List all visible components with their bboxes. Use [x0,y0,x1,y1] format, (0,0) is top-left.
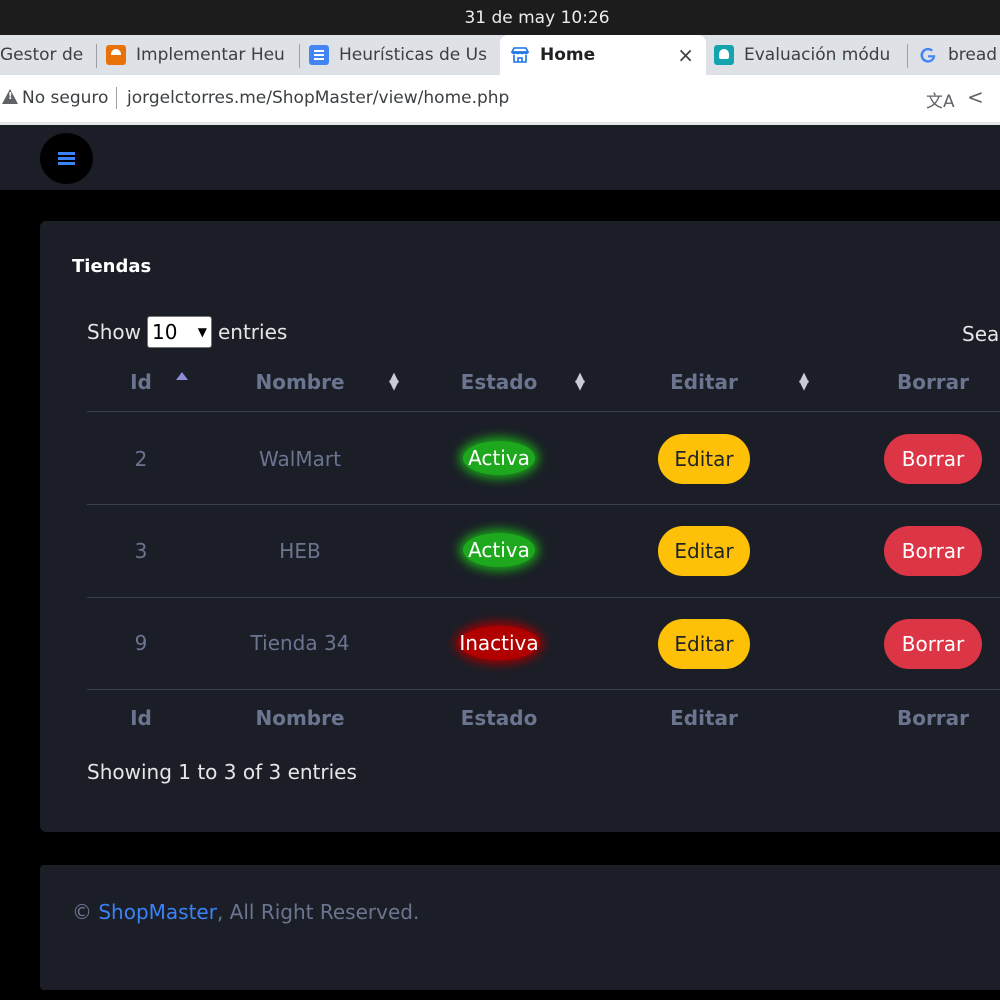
delete-button[interactable]: Borrar [884,434,982,484]
show-label: Show [87,320,141,344]
edit-button[interactable]: Editar [658,434,750,484]
delete-button[interactable]: Borrar [884,526,982,576]
address-divider [116,87,117,109]
column-footer-estado: Estado [460,706,538,730]
tab-title: Implementar Heu [136,45,285,65]
tab-home[interactable]: Home × [500,35,706,75]
os-clock[interactable]: 31 de may 10:26 [464,8,609,28]
row-divider [87,689,1000,690]
tab-evaluacion[interactable]: Evaluación módu [714,35,904,75]
row-divider [87,597,1000,598]
footer-rights: , All Right Reserved. [216,900,420,924]
cell-id: 3 [134,539,148,563]
page-length-select[interactable]: 10 ▼ [146,316,212,348]
edit-button[interactable]: Editar [658,526,750,576]
column-header-id[interactable]: Id [110,370,172,394]
row-divider [87,411,1000,412]
table-info: Showing 1 to 3 of 3 entries [87,760,357,784]
page-header [0,125,1000,190]
chevron-down-icon: ▼ [197,325,207,339]
share-icon[interactable]: < [967,85,984,109]
url-field[interactable]: jorgelctorres.me/ShopMaster/view/home.ph… [127,88,509,108]
classroom-icon [714,45,734,65]
tab-title: Gestor de [0,45,84,65]
tab-title: Home [540,45,596,65]
hamburger-icon [58,152,75,165]
cell-nombre: WalMart [259,447,341,471]
status-badge: Activa [463,441,535,475]
column-footer-nombre: Nombre [255,706,345,730]
google-icon [918,45,938,65]
tab-separator [96,44,97,68]
sort-ascending-icon[interactable] [176,372,188,380]
column-header-estado[interactable]: Estado [440,370,558,394]
tab-implementar[interactable]: Implementar Heu [106,35,296,75]
os-top-bar: 31 de may 10:26 [0,0,1000,35]
tab-separator [299,44,300,68]
tab-title: bread [948,45,998,65]
entries-label: entries [217,320,288,344]
tab-bread[interactable]: bread [918,35,1000,75]
column-header-editar[interactable]: Editar [650,370,758,394]
sort-icon[interactable]: ▲ ▼ [387,371,401,392]
brand-link[interactable]: ShopMaster [98,900,217,924]
browser-tab-strip: Gestor de Implementar Heu Heurísticas de… [0,35,1000,75]
footer-text: © ShopMaster, All Right Reserved. [72,900,419,924]
tab-gestor[interactable]: Gestor de [0,35,92,75]
column-footer-editar: Editar [670,706,738,730]
status-badge: Inactiva [459,626,539,660]
column-footer-borrar: Borrar [896,706,970,730]
address-bar: No seguro jorgelctorres.me/ShopMaster/vi… [0,75,1000,122]
sort-icon[interactable]: ▲ ▼ [573,371,587,392]
column-header-nombre[interactable]: Nombre [230,370,370,394]
tab-separator [907,44,908,68]
tab-title: Heurísticas de Us [339,45,487,65]
menu-toggle-button[interactable] [40,133,93,184]
page-length-control: Show 10 ▼ entries [87,316,287,348]
page-footer [40,865,1000,990]
delete-button[interactable]: Borrar [884,619,982,669]
cell-nombre: HEB [279,539,321,563]
column-footer-id: Id [130,706,152,730]
page-length-value: 10 [151,320,178,344]
sort-icon[interactable]: ▲ ▼ [797,371,811,392]
store-icon [510,45,530,65]
orange-doc-icon [106,45,126,65]
google-docs-icon [309,45,329,65]
translate-icon[interactable]: 文A [926,87,955,112]
status-badge: Activa [463,533,535,567]
warning-icon[interactable] [2,89,18,104]
cell-id: 2 [134,447,148,471]
search-label: Search: [962,322,1000,346]
copyright-symbol: © [72,900,92,924]
tab-heuristicas[interactable]: Heurísticas de Us [309,35,497,75]
close-icon[interactable]: × [677,43,694,67]
row-divider [87,504,1000,505]
security-indicator[interactable]: No seguro [22,88,108,108]
column-header-borrar[interactable]: Borrar [880,370,986,394]
edit-button[interactable]: Editar [658,619,750,669]
cell-id: 9 [134,631,148,655]
stores-card [40,221,1000,832]
cell-nombre: Tienda 34 [250,631,350,655]
card-title: Tiendas [72,256,152,277]
tab-title: Evaluación módu [744,45,891,65]
